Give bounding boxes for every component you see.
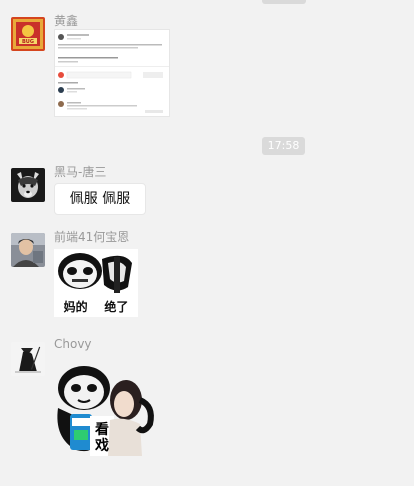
avatar-huangxin[interactable]: BUG	[11, 17, 45, 51]
sender-name: 黑马-唐三	[54, 165, 107, 179]
avatar-chovy[interactable]	[11, 342, 45, 376]
sticker-message[interactable]: 妈的 绝了	[54, 249, 138, 317]
chat-window: BUG 黄鑫 17:58 黑马-唐三 佩服 佩服 前端41何宝恩 妈的 绝了 C…	[0, 0, 414, 486]
bug-poster-avatar-icon: BUG	[11, 17, 45, 51]
avatar-hebaoen[interactable]	[11, 233, 45, 267]
sticker-message[interactable]: 看戏	[54, 360, 158, 460]
sticker-caption: 看戏	[95, 422, 109, 454]
avatar-tangsan[interactable]	[11, 168, 45, 202]
time-divider-partial	[262, 0, 306, 4]
image-message[interactable]	[54, 29, 170, 117]
sticker-caption: 妈的 绝了	[63, 300, 129, 314]
sender-name: Chovy	[54, 337, 92, 351]
svg-text:BUG: BUG	[22, 39, 34, 45]
swordsman-avatar-icon	[11, 342, 45, 376]
text-message-bubble[interactable]: 佩服 佩服	[54, 183, 146, 215]
person-photo-avatar-icon	[11, 233, 45, 267]
time-divider: 17:58	[262, 137, 305, 155]
sender-name: 黄鑫	[54, 14, 79, 28]
husky-avatar-icon	[11, 168, 45, 202]
screenshot-thumbnail-icon	[55, 30, 169, 116]
sender-name: 前端41何宝恩	[54, 230, 130, 244]
